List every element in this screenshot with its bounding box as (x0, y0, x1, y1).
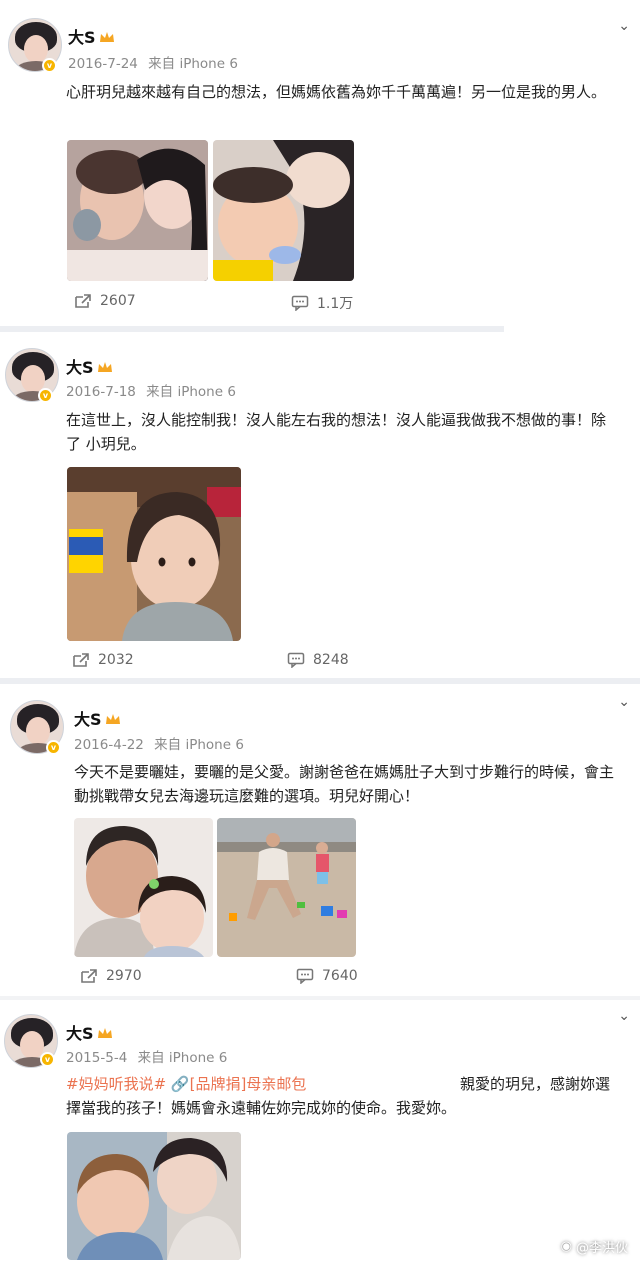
post-meta: 2016-4-22 来自 iPhone 6 (74, 733, 244, 753)
post-text-line: 在這世上，沒人能控制我！沒人能左右我的想法！沒人能逼我做我不想做的事！除 (66, 411, 607, 429)
post-photo[interactable] (67, 1132, 241, 1260)
repost-button[interactable]: 2032 (72, 652, 134, 668)
repost-button[interactable]: 2970 (80, 968, 142, 984)
repost-icon (75, 294, 91, 308)
comment-count: 7640 (322, 968, 358, 984)
comment-icon (291, 295, 309, 311)
comment-icon (287, 652, 305, 668)
post-4: v 大S 2015-5-4 来自 iPhone 6 ⌄ #妈妈听我说# 🔗[品牌… (0, 1000, 640, 1266)
post-source: 来自 iPhone 6 (137, 1050, 228, 1066)
post-date[interactable]: 2016-7-24 (68, 56, 138, 72)
post-photo[interactable] (67, 467, 241, 641)
repost-count: 2032 (98, 652, 134, 668)
username[interactable]: 大S (68, 24, 115, 48)
post-meta: 2016-7-18 来自 iPhone 6 (66, 380, 236, 400)
verified-badge-icon: v (42, 58, 57, 73)
post-date[interactable]: 2015-5-4 (66, 1050, 127, 1066)
post-photo[interactable] (213, 140, 354, 281)
crown-icon (97, 1025, 113, 1039)
verified-badge-icon: v (40, 1052, 55, 1067)
crown-icon (97, 359, 113, 373)
post-3: v 大S 2016-4-22 来自 iPhone 6 ⌄ 今天不是要曬娃，要曬的… (0, 684, 640, 996)
verified-badge-icon: v (46, 740, 61, 755)
post-photo[interactable] (74, 818, 213, 957)
post-text-line: 擇當我的孩子！媽媽會永遠輔佐妳完成妳的使命。我愛妳。 (66, 1099, 457, 1117)
post-text: #妈妈听我说# 🔗[品牌捐]母亲邮包 親愛的玥兒，感謝妳選 擇當我的孩子！媽媽會… (66, 1072, 636, 1120)
comment-button[interactable]: 1.1万 (291, 293, 353, 313)
repost-icon (73, 653, 89, 667)
chevron-down-icon[interactable]: ⌄ (618, 1008, 630, 1024)
post-date[interactable]: 2016-7-18 (66, 384, 136, 400)
watermark: ◉ @李洪伙 (561, 1237, 628, 1256)
repost-count: 2970 (106, 968, 142, 984)
post-meta: 2015-5-4 来自 iPhone 6 (66, 1046, 227, 1066)
post-1: v 大S 2016-7-24 来自 iPhone 6 ⌄ 心肝玥兒越來越有自己的… (0, 0, 640, 326)
post-text: 在這世上，沒人能控制我！沒人能左右我的想法！沒人能逼我做我不想做的事！除 了 小… (66, 408, 636, 456)
repost-count: 2607 (100, 293, 136, 309)
post-source: 来自 iPhone 6 (148, 56, 238, 72)
post-photo[interactable] (217, 818, 356, 957)
crown-icon (99, 29, 115, 43)
post-2: v 大S 2016-7-18 来自 iPhone 6 在這世上，沒人能控制我！沒… (0, 332, 640, 678)
post-text: 心肝玥兒越來越有自己的想法，但媽媽依舊為妳千千萬萬遍！另一位是我的男人。 (66, 83, 607, 101)
verified-badge-icon: v (38, 388, 53, 403)
comment-button[interactable]: 8248 (287, 652, 349, 668)
weibo-logo-icon: ◉ (560, 1239, 572, 1254)
watermark-text: @李洪伙 (575, 1241, 628, 1256)
post-source: 来自 iPhone 6 (146, 384, 236, 400)
chevron-down-icon[interactable]: ⌄ (618, 18, 630, 34)
chevron-down-icon[interactable]: ⌄ (618, 694, 630, 710)
comment-button[interactable]: 7640 (296, 968, 358, 984)
post-text-line: 了 小玥兒。 (66, 435, 146, 453)
post-source: 来自 iPhone 6 (154, 737, 244, 753)
username[interactable]: 大S (66, 1020, 113, 1044)
username[interactable]: 大S (74, 706, 121, 730)
post-text-line: 今天不是要曬娃，要曬的是父愛。謝謝爸爸在媽媽肚子大到寸步難行的時候，會主 (74, 763, 615, 781)
post-photo[interactable] (67, 140, 208, 281)
crown-icon (105, 711, 121, 725)
post-link[interactable]: [品牌捐]母亲邮包 (190, 1075, 307, 1093)
post-text: 今天不是要曬娃，要曬的是父愛。謝謝爸爸在媽媽肚子大到寸步難行的時候，會主 動挑戰… (74, 760, 638, 808)
post-text-line: 親愛的玥兒，感謝妳選 (460, 1075, 611, 1093)
username[interactable]: 大S (66, 354, 113, 378)
comment-count: 8248 (313, 652, 349, 668)
comment-icon (296, 968, 314, 984)
post-date[interactable]: 2016-4-22 (74, 737, 144, 753)
topic-tag[interactable]: #妈妈听我说# (66, 1075, 166, 1093)
post-meta: 2016-7-24 来自 iPhone 6 (68, 52, 238, 72)
repost-button[interactable]: 2607 (74, 293, 136, 309)
comment-count: 1.1万 (317, 296, 354, 312)
repost-icon (81, 969, 97, 983)
post-text-line: 動挑戰帶女兒去海邊玩這麼難的選項。玥兒好開心！ (74, 787, 420, 805)
link-icon: 🔗 (170, 1075, 190, 1093)
